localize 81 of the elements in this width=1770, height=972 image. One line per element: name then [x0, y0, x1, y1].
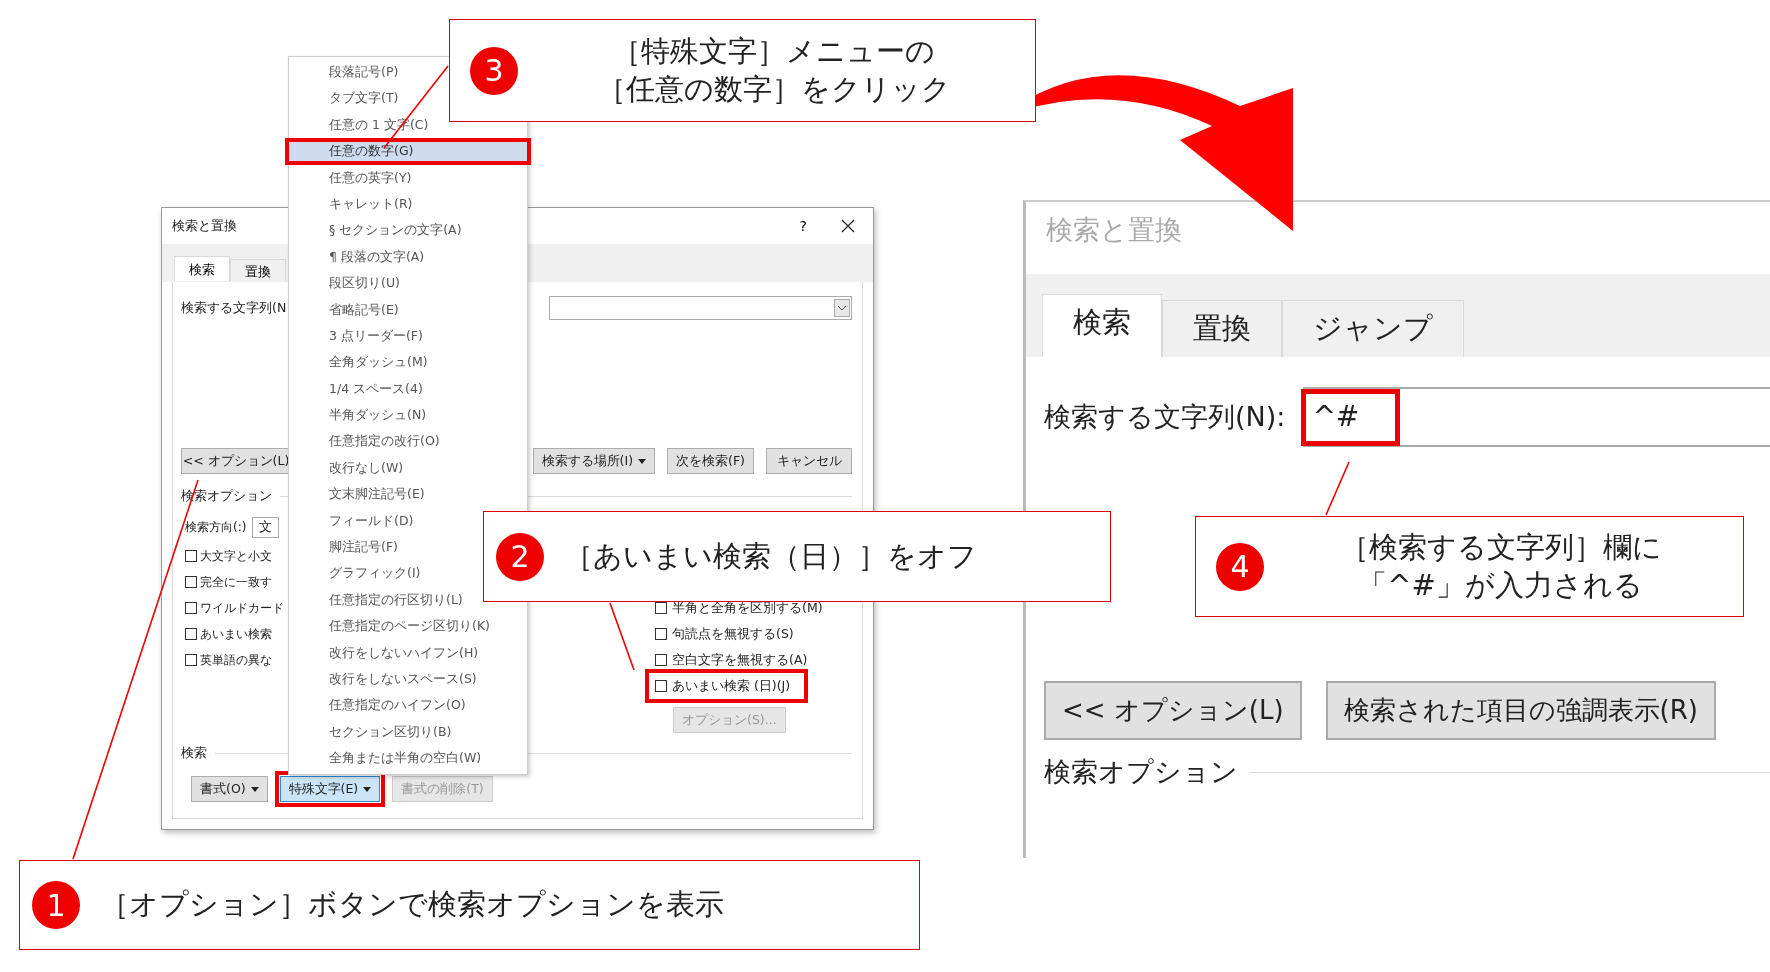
step-number: 3 — [470, 46, 518, 95]
help-button[interactable]: ? — [795, 218, 811, 234]
tab[interactable]: 置換 — [230, 259, 286, 282]
callout-text: 「^#」が入力される — [1358, 566, 1643, 604]
menu-item[interactable]: グラフィック(I) — [329, 560, 421, 587]
checkbox-label: あいまい検索 — [200, 625, 272, 643]
callout-text: ［任意の数字］をクリック — [596, 70, 951, 108]
menu-item[interactable]: 任意指定のページ区切り(K) — [329, 613, 490, 640]
dialog-button[interactable]: 検索された項目の強調表示(R) — [1325, 681, 1716, 740]
find-field[interactable]: ^# — [1303, 387, 1770, 447]
checkbox-label: 半角と全角を区別する(M) — [672, 599, 823, 617]
checkbox-label: 句読点を無視する(S) — [672, 625, 794, 643]
window-title: 検索と置換 — [1045, 213, 1183, 247]
find-label: 検索する文字列(N — [181, 299, 287, 317]
dialog-button[interactable]: 検索する場所(I) — [532, 448, 656, 474]
format-button[interactable]: 書式(O) — [191, 776, 268, 802]
checkbox[interactable] — [655, 602, 667, 614]
leader-line — [609, 602, 635, 671]
dialog-button[interactable]: << オプション(L) — [1044, 681, 1302, 740]
menu-item[interactable]: 任意指定の行区切り(L) — [329, 586, 463, 614]
menu-item[interactable]: 任意の英字(Y) — [329, 164, 412, 191]
checkbox-label: あいまい検索 (日)(J) — [672, 677, 791, 695]
leader-line — [1325, 461, 1350, 516]
menu-item[interactable]: セクション区切り(B) — [329, 718, 452, 746]
field-value: ^# — [1301, 388, 1401, 446]
window-title: 検索と置換 — [172, 217, 237, 235]
dialog-button[interactable]: 次を検索(F) — [667, 448, 754, 474]
menu-item[interactable]: § セクションの文字(A) — [329, 217, 462, 244]
menu-item[interactable]: フィールド(D) — [329, 507, 414, 535]
checkbox[interactable] — [185, 628, 197, 640]
menu-item[interactable]: 3 点リーダー(F) — [329, 322, 423, 350]
tab[interactable]: 置換 — [1162, 300, 1282, 357]
menu-item[interactable]: 段落記号(P) — [329, 59, 399, 86]
close-icon[interactable] — [841, 219, 855, 233]
direction-label: 検索方向(:) — [185, 518, 247, 536]
checkbox[interactable] — [185, 576, 197, 588]
menu-item[interactable]: 任意の数字(G) — [285, 138, 531, 165]
checkbox-label: 英単語の異な — [200, 651, 272, 669]
step-number: 4 — [1216, 542, 1264, 591]
checkbox[interactable] — [655, 654, 667, 666]
callout-text: ［あいまい検索（日）］をオフ — [564, 537, 977, 575]
menu-item[interactable]: 任意指定の改行(O) — [329, 428, 440, 455]
options-button[interactable]: << オプション(L) — [181, 448, 291, 474]
section-label: 検索 — [181, 745, 207, 762]
find-label: 検索する文字列(N): — [1044, 400, 1286, 434]
checkbox-label: 空白文字を無視する(A) — [672, 651, 808, 669]
menu-item[interactable]: ¶ 段落の文字(A) — [329, 243, 425, 271]
callout-text: ［オプション］ボタンで検索オプションを表示 — [100, 886, 724, 924]
step-number: 2 — [496, 532, 544, 581]
menu-item[interactable]: 脚注記号(F) — [329, 534, 398, 561]
menu-item[interactable]: 段区切り(U) — [329, 270, 400, 297]
checkbox-label: 完全に一致す — [200, 573, 272, 591]
tab[interactable]: ジャンプ — [1282, 300, 1464, 357]
direction-dropdown[interactable]: 文 — [252, 516, 280, 538]
checkbox[interactable] — [655, 680, 667, 692]
checkbox[interactable] — [185, 654, 197, 666]
menu-item[interactable]: 改行をしないスペース(S) — [329, 666, 477, 693]
checkbox[interactable] — [185, 602, 197, 614]
menu-item[interactable]: 文末脚注記号(E) — [329, 481, 425, 508]
checkbox-label: ワイルドカード — [200, 599, 284, 617]
menu-item[interactable]: 半角ダッシュ(N) — [329, 402, 427, 429]
menu-item[interactable]: 任意指定のハイフン(O) — [329, 692, 466, 719]
checkbox[interactable] — [655, 628, 667, 640]
menu-item[interactable]: 省略記号(E) — [329, 296, 399, 323]
checkbox-label: 大文字と小文 — [200, 547, 272, 565]
menu-item[interactable]: タブ文字(T) — [329, 85, 399, 112]
menu-item[interactable]: 全角ダッシュ(M) — [329, 349, 428, 376]
callout-text: ［検索する文字列］欄に — [1339, 528, 1662, 566]
menu-item[interactable]: キャレット(R) — [329, 190, 413, 218]
checkbox[interactable] — [185, 550, 197, 562]
callout-text: ［特殊文字］メニューの — [612, 32, 935, 70]
section-label: 検索オプション — [1044, 755, 1238, 789]
tab[interactable]: 検索 — [1042, 294, 1162, 357]
step-number: 1 — [32, 881, 80, 929]
menu-item[interactable]: 全角または半角の空白(W) — [329, 745, 482, 772]
menu-item[interactable]: 改行なし(W) — [329, 454, 404, 482]
menu-item[interactable]: 改行をしないハイフン(H) — [329, 639, 479, 666]
tab[interactable]: 検索 — [174, 256, 230, 282]
dialog-button[interactable]: キャンセル — [766, 448, 852, 474]
chevron-down-icon[interactable] — [834, 299, 850, 317]
menu-item[interactable]: 1/4 スペース(4) — [329, 375, 423, 403]
